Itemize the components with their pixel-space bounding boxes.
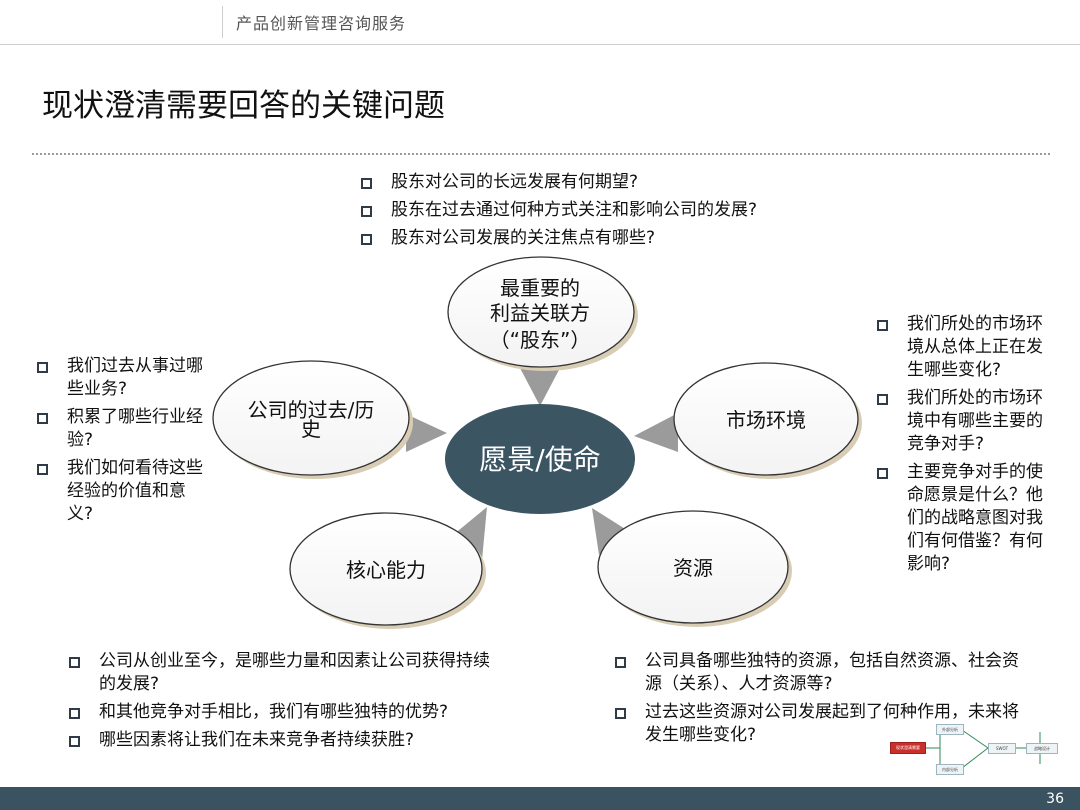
history-node: 公司的过去/历 史 <box>212 360 413 479</box>
resources-label: 资源 <box>673 556 713 580</box>
thumbnail-end-box: 战略设计 <box>1026 743 1058 754</box>
arrow-from-market <box>634 413 678 452</box>
thumbnail-mid-box: SWOT <box>988 743 1016 754</box>
market-label: 市场环境 <box>726 408 806 432</box>
core-questions-list: 公司从创业至今，是哪些力量和因素让公司获得持续的发展? 和其他竞争对手相比，我们… <box>66 650 506 757</box>
footer-bar: 36 <box>0 787 1080 810</box>
shareholders-label-line2: 利益关联方 <box>490 301 590 325</box>
core-node: 核心能力 <box>289 512 486 629</box>
list-item: 公司从创业至今，是哪些力量和因素让公司获得持续的发展? <box>66 650 506 696</box>
history-label-line2: 史 <box>301 417 321 441</box>
shareholders-label-line3: （“股东”） <box>490 328 591 352</box>
list-item: 和其他竞争对手相比，我们有哪些独特的优势? <box>66 701 506 724</box>
list-item: 公司具备哪些独特的资源，包括自然资源、社会资源（关系）、人才资源等? <box>612 650 1032 696</box>
thumbnail-start-box: 现状澄清需要 <box>890 742 926 754</box>
thumbnail-connectors <box>924 729 1041 769</box>
shareholders-node: 最重要的 利益关联方 （“股东”） <box>447 256 638 371</box>
center-label: 愿景/使命 <box>479 443 600 476</box>
thumbnail-top-box: 外部分析 <box>936 724 964 735</box>
core-label: 核心能力 <box>346 558 426 582</box>
resources-node: 资源 <box>597 510 792 627</box>
process-thumbnail: 现状澄清需要 外部分析 内部分析 SWOT 战略设计 <box>890 718 1068 798</box>
page-number: 36 <box>1046 791 1064 807</box>
shareholders-label-line1: 最重要的 <box>500 276 580 300</box>
arrow-from-shareholders <box>520 368 560 406</box>
list-item: 哪些因素将让我们在未来竞争者持续获胜? <box>66 729 506 752</box>
thumbnail-bottom-box: 内部分析 <box>936 764 964 775</box>
center-node: 愿景/使命 <box>445 404 635 514</box>
market-node: 市场环境 <box>673 362 862 479</box>
